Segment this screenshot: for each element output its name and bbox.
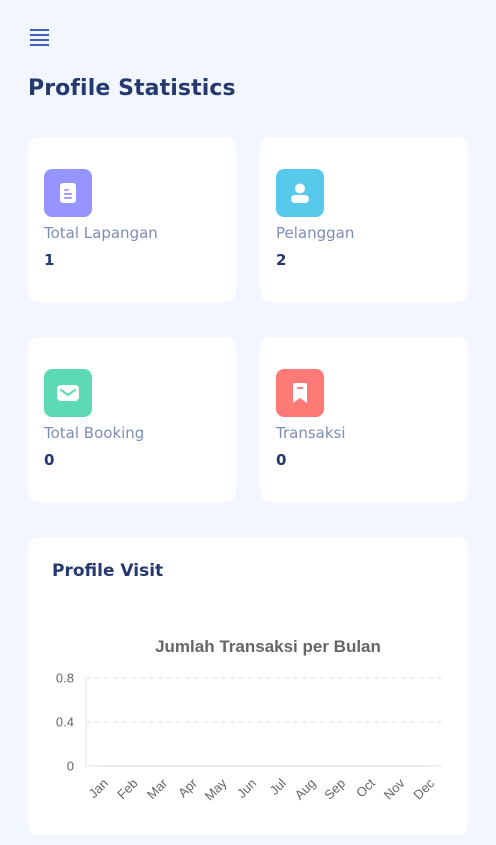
stat-label: Total Booking xyxy=(44,424,145,442)
y-tick-label: 0.4 xyxy=(56,715,74,730)
document-icon xyxy=(44,169,92,217)
x-tick-label: Oct xyxy=(353,775,378,800)
x-tick-label: Apr xyxy=(175,775,200,800)
envelope-icon xyxy=(44,369,92,417)
stat-value: 0 xyxy=(44,451,55,469)
transaction-chart: Jumlah Transaksi per Bulan 0.8 0.4 0 Jan Feb… xyxy=(56,637,442,803)
x-tick-label: May xyxy=(202,775,230,803)
x-tick-label: Jun xyxy=(234,776,259,801)
stat-card-transaksi: Transaksi 0 xyxy=(260,337,468,502)
x-tick-label: Jan xyxy=(86,776,111,801)
hamburger-menu-icon[interactable] xyxy=(30,29,50,46)
stat-card-pelanggan: Pelanggan 2 xyxy=(260,137,468,302)
x-tick-label: Aug xyxy=(292,776,319,803)
page-title: Profile Statistics xyxy=(28,76,236,101)
stat-label: Total Lapangan xyxy=(44,224,158,242)
stat-label: Pelanggan xyxy=(276,224,355,242)
y-tick-label: 0 xyxy=(67,759,74,774)
bookmark-icon xyxy=(276,369,324,417)
x-tick-label: Dec xyxy=(410,775,437,802)
y-tick-label: 0.8 xyxy=(56,671,74,686)
user-icon xyxy=(276,169,324,217)
profile-visit-card: Profile Visit Jumlah Transaksi per Bulan… xyxy=(28,537,468,835)
stat-card-total-booking: Total Booking 0 xyxy=(28,337,236,502)
x-tick-label: Feb xyxy=(114,776,140,802)
stat-value: 0 xyxy=(276,451,287,469)
stat-value: 2 xyxy=(276,251,287,269)
x-tick-label: Mar xyxy=(144,775,171,802)
x-tick-label: Sep xyxy=(321,776,348,803)
stat-card-total-lapangan: Total Lapangan 1 xyxy=(28,137,236,302)
stat-value: 1 xyxy=(44,251,55,269)
x-tick-label: Jul xyxy=(267,775,289,797)
x-tick-label: Nov xyxy=(381,775,408,802)
stat-label: Transaksi xyxy=(276,424,346,442)
chart-title: Jumlah Transaksi per Bulan xyxy=(155,637,381,656)
